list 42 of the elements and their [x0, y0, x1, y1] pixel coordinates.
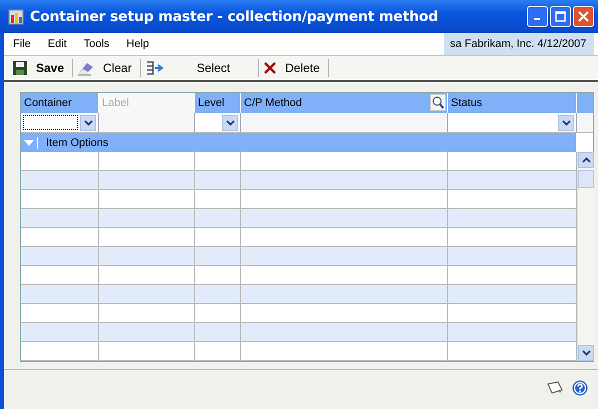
user-info: sa Fabrikam, Inc. 4/12/2007	[444, 33, 594, 55]
delete-button[interactable]: Delete	[259, 58, 328, 78]
table-row[interactable]	[21, 171, 577, 190]
maximize-button[interactable]	[550, 6, 571, 27]
maximize-icon	[555, 11, 566, 22]
chevron-up-icon[interactable]	[582, 157, 590, 163]
dropdown-field[interactable]	[22, 114, 97, 131]
help-icon[interactable]	[572, 380, 588, 396]
note-icon[interactable]	[546, 381, 564, 395]
eraser-icon	[77, 60, 96, 76]
minimize-button[interactable]	[527, 6, 548, 27]
chevron-down-icon	[84, 120, 92, 126]
scrollbar[interactable]	[577, 152, 594, 361]
table-row[interactable]	[21, 247, 577, 266]
table-row[interactable]	[21, 228, 577, 247]
chevron-down-icon	[226, 120, 234, 126]
menu-item[interactable]: Edit	[38, 38, 75, 50]
table-row[interactable]	[21, 152, 577, 171]
clear-button[interactable]: Clear	[73, 58, 140, 78]
menu-item[interactable]: File	[4, 38, 39, 50]
close-icon	[578, 11, 589, 22]
delete-x-icon	[263, 61, 278, 75]
table-row[interactable]	[21, 304, 577, 323]
table-row[interactable]	[21, 190, 577, 209]
table-row[interactable]	[21, 323, 577, 342]
menu-item[interactable]: Tools	[74, 38, 118, 50]
menu-item[interactable]: Help	[117, 38, 158, 50]
chevron-down-icon	[582, 350, 590, 356]
window-title: Container setup master - collection/payment method	[30, 8, 440, 24]
scroll-thumb[interactable]	[578, 170, 594, 188]
band-label: Item Options	[37, 136, 108, 148]
close-button[interactable]	[573, 6, 594, 27]
table-row[interactable]	[21, 266, 577, 285]
app-icon	[8, 8, 24, 24]
table-row[interactable]	[21, 342, 577, 361]
chevron-down-icon	[562, 120, 570, 126]
select-button[interactable]: Select	[140, 58, 258, 78]
table-row[interactable]	[21, 209, 577, 228]
save-button[interactable]: Save	[8, 58, 72, 78]
search-icon[interactable]	[430, 94, 446, 111]
select-arrow-icon	[144, 60, 165, 76]
table-row[interactable]	[21, 285, 577, 304]
